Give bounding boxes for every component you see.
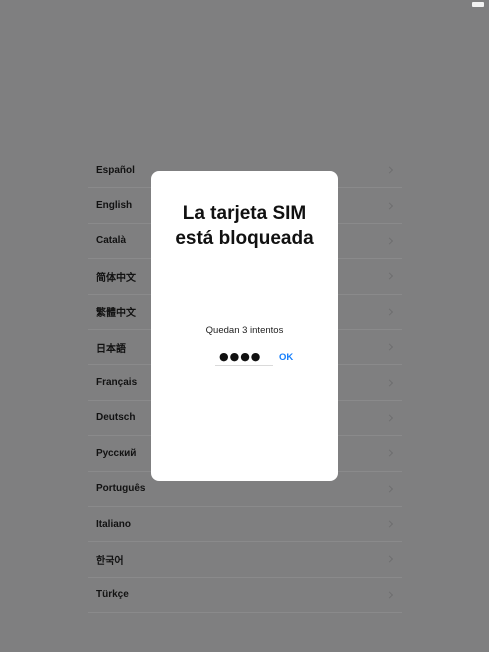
language-label: Português <box>96 483 146 495</box>
chevron-right-icon <box>385 591 394 599</box>
chevron-right-icon <box>385 166 394 174</box>
language-label: 日本語 <box>96 343 126 355</box>
chevron-right-icon <box>385 272 394 280</box>
ok-button[interactable]: OK <box>279 352 293 363</box>
chevron-right-icon <box>385 449 394 457</box>
language-label: Català <box>96 235 127 247</box>
chevron-right-icon <box>385 308 394 316</box>
language-label: Français <box>96 377 138 389</box>
dialog-title: La tarjeta SIM está bloqueada <box>175 203 314 249</box>
chevron-right-icon <box>385 520 394 528</box>
language-label: Italiano <box>96 518 132 530</box>
language-label: Türkçe <box>96 589 129 601</box>
language-item-turkce[interactable]: Türkçe <box>88 578 402 614</box>
language-label: 繁體中文 <box>96 308 136 320</box>
chevron-right-icon <box>385 555 394 564</box>
language-label: English <box>96 200 133 212</box>
language-label: 简体中文 <box>96 272 136 284</box>
chevron-right-icon <box>385 414 394 422</box>
chevron-right-icon <box>385 485 394 493</box>
chevron-right-icon <box>385 202 394 210</box>
language-label: Deutsch <box>96 412 136 424</box>
sim-pin-input[interactable]: ●●●● <box>215 348 273 366</box>
language-item-korean[interactable]: 한국어 <box>88 542 402 578</box>
sim-locked-dialog: La tarjeta SIM está bloqueada Quedan 3 i… <box>151 171 338 481</box>
language-label: 한국어 <box>96 555 124 567</box>
attempts-remaining-text: Quedan 3 intentos <box>205 325 284 336</box>
chevron-right-icon <box>385 237 394 245</box>
language-label: Español <box>96 164 135 176</box>
chevron-right-icon <box>385 378 394 387</box>
language-item-italiano[interactable]: Italiano <box>88 507 402 543</box>
chevron-right-icon <box>385 343 394 351</box>
language-label: Русский <box>96 447 137 459</box>
battery-icon <box>472 2 484 7</box>
